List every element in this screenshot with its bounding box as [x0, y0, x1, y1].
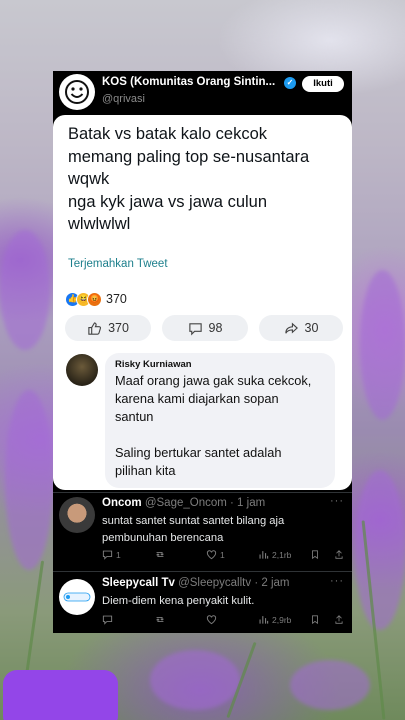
views-chart-icon — [259, 616, 269, 624]
tweet-panel: Batak vs batak kalo cekcok memang paling… — [53, 115, 352, 490]
heart-icon — [206, 550, 217, 560]
upload-share-icon — [335, 550, 343, 559]
views-button[interactable]: 2,9rb — [258, 614, 291, 625]
avatar[interactable] — [59, 497, 95, 533]
comment-button[interactable]: 98 — [162, 315, 248, 341]
tweet-screenshot-card: KOS (Komunitas Orang Sintin... ✓ @qrivas… — [53, 71, 352, 633]
share-button[interactable] — [334, 549, 344, 560]
bookmark-icon — [312, 615, 318, 625]
channel-logo-icon — [63, 592, 91, 602]
comment-author[interactable]: Oncom @Sage_Oncom · 1 jam — [102, 497, 265, 509]
comment-icon — [188, 322, 202, 335]
top-reply: Risky Kurniawan Maaf orang jawa gak suka… — [105, 353, 335, 488]
list-item[interactable]: Oncom @Sage_Oncom · 1 jam ··· suntat san… — [53, 493, 352, 571]
share-arrow-icon — [284, 322, 298, 334]
follow-button[interactable]: Ikuti — [302, 76, 344, 92]
retweet-icon — [156, 616, 164, 623]
thumbs-up-icon — [88, 321, 102, 335]
reply-button[interactable]: 1 — [102, 549, 121, 560]
avatar[interactable] — [59, 74, 95, 110]
retweet-button[interactable] — [154, 549, 166, 560]
share-button[interactable] — [334, 614, 344, 625]
like-button[interactable]: 370 — [65, 315, 151, 341]
author-name[interactable]: KOS (Komunitas Orang Sintin... — [102, 76, 282, 88]
heart-icon — [206, 615, 217, 625]
comment-author[interactable]: Sleepycall Tv @Sleepycalltv · 2 jam — [102, 577, 289, 589]
retweet-button[interactable] — [154, 614, 166, 625]
comment-actions: 2,9rb — [102, 614, 347, 628]
like-count: 370 — [108, 321, 129, 335]
angry-reaction-icon: 😡 — [87, 291, 102, 307]
comment-text: suntat santet suntat santet bilang aja p… — [102, 515, 285, 544]
comment-count: 98 — [208, 321, 223, 335]
views-button[interactable]: 2,1rb — [258, 549, 291, 560]
retweet-icon — [156, 551, 164, 558]
reaction-summary[interactable]: 👍 😆 😡 370 — [65, 291, 127, 307]
translate-link[interactable]: Terjemahkan Tweet — [68, 258, 168, 270]
reaction-count: 370 — [106, 292, 127, 306]
author-handle[interactable]: @qrivasi — [102, 93, 145, 105]
smiley-icon — [65, 80, 89, 104]
tweet-text: Batak vs batak kalo cekcok memang paling… — [68, 125, 310, 233]
like-button[interactable]: 1 — [206, 549, 225, 560]
share-button[interactable]: 30 — [259, 315, 343, 341]
verified-badge-icon: ✓ — [284, 77, 296, 89]
more-options-icon[interactable]: ··· — [330, 575, 344, 587]
avatar[interactable] — [59, 579, 95, 615]
list-item[interactable]: Sleepycall Tv @Sleepycalltv · 2 jam ··· … — [53, 572, 352, 633]
share-count: 30 — [304, 321, 319, 335]
comment-actions: 1 1 2,1rb — [102, 549, 347, 563]
avatar[interactable] — [66, 354, 98, 386]
reply-button[interactable] — [102, 614, 113, 625]
more-options-icon[interactable]: ··· — [330, 495, 344, 507]
bookmark-button[interactable] — [310, 549, 320, 560]
post-header: KOS (Komunitas Orang Sintin... ✓ @qrivas… — [53, 71, 352, 113]
reply-icon — [102, 615, 113, 625]
purple-overlay-tab[interactable] — [3, 670, 118, 720]
action-row: 370 98 30 — [65, 315, 343, 341]
bookmark-button[interactable] — [310, 614, 320, 625]
upload-share-icon — [335, 615, 343, 624]
like-button[interactable] — [206, 614, 217, 625]
reply-icon — [102, 550, 113, 560]
bookmark-icon — [312, 550, 318, 560]
comment-text: Diem-diem kena penyakit kulit. — [102, 595, 255, 607]
reply-text: Maaf orang jawa gak suka cekcok, karena … — [115, 373, 312, 478]
reply-author[interactable]: Risky Kurniawan — [115, 359, 192, 370]
views-chart-icon — [259, 551, 269, 559]
